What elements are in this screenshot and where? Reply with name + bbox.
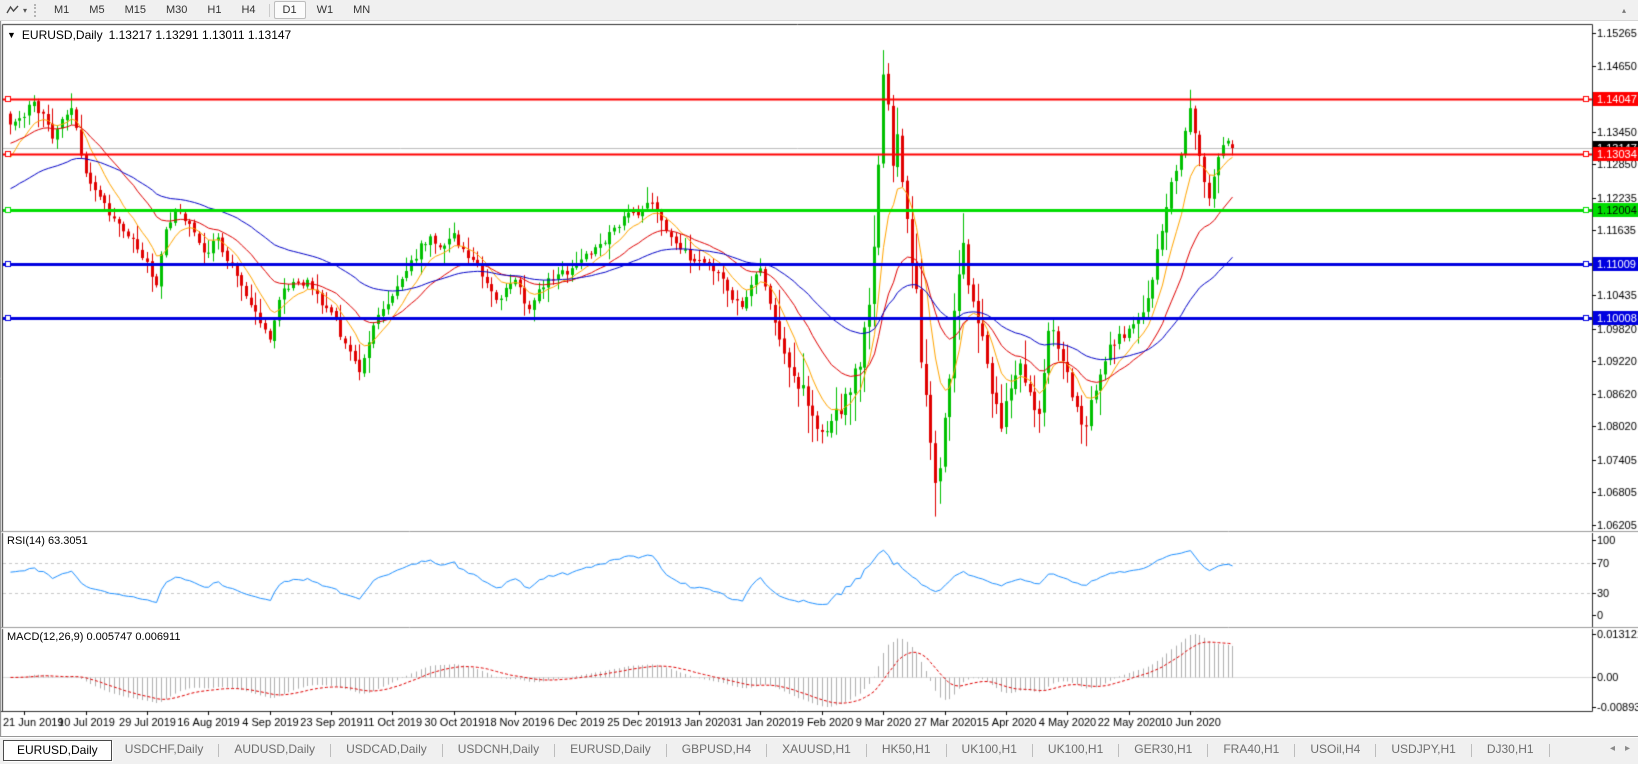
tab-separator <box>866 744 867 757</box>
toolbar-overflow-icon[interactable]: ▴ <box>1622 6 1626 15</box>
tab-separator <box>1549 744 1550 757</box>
symbol-dropdown-icon[interactable]: ▼ <box>7 30 16 40</box>
tab-uk100-h1-2[interactable]: UK100,H1 <box>1035 740 1116 759</box>
tab-ger30-h1[interactable]: GER30,H1 <box>1121 740 1205 759</box>
tab-separator <box>442 744 443 757</box>
chart-line-icon[interactable] <box>6 4 20 16</box>
timeframe-d1-button[interactable]: D1 <box>274 1 306 19</box>
chart-symbol-label: EURUSD,Daily <box>22 28 103 42</box>
tab-separator <box>1294 744 1295 757</box>
tab-audusd-daily[interactable]: AUDUSD,Daily <box>221 740 328 759</box>
tab-usdjpy-h1[interactable]: USDJPY,H1 <box>1378 740 1468 759</box>
timeframe-m15-button[interactable]: M15 <box>116 1 155 19</box>
rsi-indicator-label: RSI(14) 63.3051 <box>7 535 88 547</box>
chart-title: ▼ EURUSD,Daily 1.13217 1.13291 1.13011 1… <box>7 28 291 42</box>
tab-scroll-left-icon[interactable]: ◂ <box>1610 743 1615 754</box>
tab-usdcnh-daily[interactable]: USDCNH,Daily <box>445 740 552 759</box>
toolbar-grip <box>34 4 36 17</box>
tab-separator <box>330 744 331 757</box>
price-chart-canvas[interactable] <box>0 21 1638 736</box>
tab-dj30-h1[interactable]: DJ30,H1 <box>1474 740 1547 759</box>
timeframe-m1-button[interactable]: M1 <box>45 1 78 19</box>
tab-fra40-h1[interactable]: FRA40,H1 <box>1210 740 1292 759</box>
timeframe-w1-button[interactable]: W1 <box>308 1 343 19</box>
tab-xauusd-h1[interactable]: XAUUSD,H1 <box>769 740 864 759</box>
tab-gbpusd-h4[interactable]: GBPUSD,H4 <box>669 740 764 759</box>
tab-separator <box>946 744 947 757</box>
timeframe-h1-button[interactable]: H1 <box>198 1 230 19</box>
tab-usdchf-daily[interactable]: USDCHF,Daily <box>112 740 217 759</box>
tab-separator <box>766 744 767 757</box>
chevron-down-icon[interactable]: ▾ <box>23 6 27 15</box>
tab-eurusd-daily[interactable]: EURUSD,Daily <box>3 740 112 761</box>
timeframe-m5-button[interactable]: M5 <box>80 1 113 19</box>
tab-separator <box>1118 744 1119 757</box>
tab-usoil-h4[interactable]: USOil,H4 <box>1297 740 1373 759</box>
tab-hk50-h1[interactable]: HK50,H1 <box>869 740 944 759</box>
chart-tab-bar: EURUSD,Daily USDCHF,Daily AUDUSD,Daily U… <box>0 736 1638 764</box>
tab-eurusd-daily-2[interactable]: EURUSD,Daily <box>557 740 664 759</box>
tab-separator <box>1471 744 1472 757</box>
macd-indicator-label: MACD(12,26,9) 0.005747 0.006911 <box>7 631 180 643</box>
timeframe-mn-button[interactable]: MN <box>344 1 379 19</box>
tab-separator <box>1207 744 1208 757</box>
tab-scroll-arrows: ◂ ▸ <box>1610 740 1630 754</box>
tab-separator <box>1032 744 1033 757</box>
tab-separator <box>554 744 555 757</box>
tab-scroll-right-icon[interactable]: ▸ <box>1625 743 1630 754</box>
timeframe-h4-button[interactable]: H4 <box>232 1 264 19</box>
tab-separator <box>1375 744 1376 757</box>
toolbar-separator <box>269 4 270 17</box>
tab-uk100-h1[interactable]: UK100,H1 <box>949 740 1030 759</box>
timeframe-m30-button[interactable]: M30 <box>157 1 196 19</box>
chart-ohlc-values: 1.13217 1.13291 1.13011 1.13147 <box>109 28 292 42</box>
top-toolbar: ▾ M1 M5 M15 M30 H1 H4 D1 W1 MN ▴ <box>0 0 1638 21</box>
tab-usdcad-daily[interactable]: USDCAD,Daily <box>333 740 440 759</box>
tab-separator <box>666 744 667 757</box>
tab-separator <box>218 744 219 757</box>
